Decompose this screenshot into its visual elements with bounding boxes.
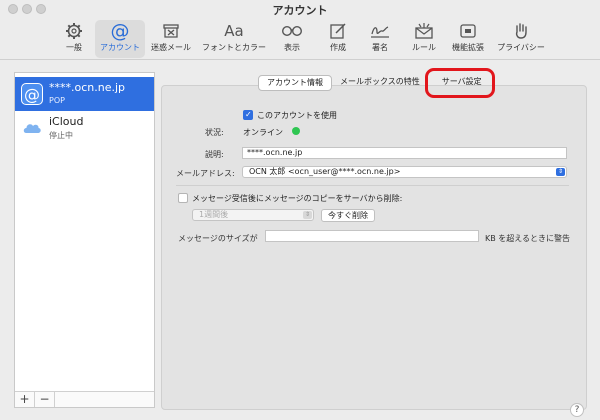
help-button[interactable]: ? [570, 403, 584, 417]
status-label: 状況: [205, 128, 224, 137]
account-name: iCloud [49, 115, 84, 128]
remove-account-button[interactable]: − [35, 392, 55, 407]
email-label: メールアドレス: [176, 169, 235, 178]
svg-text:@: @ [111, 21, 130, 41]
size-warning-suffix: KB を超えるときに警告 [485, 234, 571, 243]
toolbar-privacy[interactable]: プライバシー [494, 20, 548, 58]
delete-now-button[interactable]: 今すぐ削除 [321, 209, 375, 222]
toolbar-accounts-label: アカウント [100, 43, 140, 52]
preferences-window: アカウント 一般 @ アカウント 迷惑メール Aa フォントとカラー 表示 作成… [0, 0, 600, 420]
status-value: オンライン [243, 128, 283, 137]
account-name: ****.ocn.ne.jp [49, 81, 126, 94]
at-sign-icon: @ [95, 20, 145, 42]
description-field[interactable]: ****.ocn.ne.jp [242, 147, 567, 159]
delete-period-popup[interactable]: 1週間後 ⇕ [192, 209, 314, 221]
toolbar-rules[interactable]: ルール [408, 20, 440, 58]
toolbar-viewing[interactable]: 表示 [276, 20, 308, 58]
toolbar-signatures-label: 署名 [372, 43, 388, 52]
add-account-button[interactable]: + [15, 392, 35, 407]
toolbar-composing-label: 作成 [330, 43, 346, 52]
compose-icon [322, 20, 354, 42]
status-online-indicator [292, 127, 300, 135]
account-details-panel [161, 85, 587, 410]
glasses-icon [276, 20, 308, 42]
account-ocn[interactable]: @ ****.ocn.ne.jp POP [15, 77, 154, 111]
title-bar: アカウント [0, 0, 600, 18]
junk-mail-icon [148, 20, 194, 42]
toolbar-rules-label: ルール [412, 43, 436, 52]
account-type: POP [49, 96, 65, 105]
delete-copy-label: メッセージ受信後にメッセージのコピーをサーバから削除: [192, 194, 403, 203]
at-sign-icon: @ [21, 83, 43, 105]
extension-icon [448, 20, 488, 42]
email-address-value: OCN 太郎 <ocn_user@****.ocn.ne.jp> [249, 167, 401, 176]
delete-copy-checkbox[interactable] [178, 193, 188, 203]
signature-icon [364, 20, 396, 42]
size-warning-prefix: メッセージのサイズが [178, 234, 258, 243]
toolbar-fonts-colors-label: フォントとカラー [202, 43, 266, 52]
toolbar-extensions-label: 機能拡張 [452, 43, 484, 52]
toolbar-viewing-label: 表示 [284, 43, 300, 52]
tab-account-info[interactable]: アカウント情報 [258, 75, 332, 91]
rules-envelope-icon [408, 20, 440, 42]
fonts-icon: Aa [198, 20, 270, 42]
size-warning-field[interactable] [265, 230, 479, 242]
toolbar-composing[interactable]: 作成 [322, 20, 354, 58]
gear-icon [56, 20, 92, 42]
enable-account-checkbox[interactable] [243, 110, 253, 120]
toolbar-general-label: 一般 [66, 43, 82, 52]
accounts-sidebar: @ ****.ocn.ne.jp POP iCloud 停止中 + − [14, 72, 155, 408]
hand-icon [494, 20, 548, 42]
chevron-updown-icon: ⇕ [303, 211, 312, 219]
toolbar-junk-mail-label: 迷惑メール [151, 43, 191, 52]
toolbar-accounts[interactable]: @ アカウント [95, 20, 145, 58]
preferences-toolbar: 一般 @ アカウント 迷惑メール Aa フォントとカラー 表示 作成 署名 ルー… [0, 18, 600, 60]
toolbar-privacy-label: プライバシー [497, 43, 545, 52]
account-status: 停止中 [49, 131, 73, 140]
email-address-popup[interactable]: OCN 太郎 <ocn_user@****.ocn.ne.jp> ⇕ [242, 166, 567, 178]
delete-period-value: 1週間後 [199, 210, 229, 219]
window-title: アカウント [272, 4, 328, 17]
toolbar-general[interactable]: 一般 [56, 20, 92, 58]
toolbar-extensions[interactable]: 機能拡張 [448, 20, 488, 58]
fonts-glyph: Aa [224, 22, 244, 40]
svg-text:@: @ [24, 85, 40, 104]
server-settings-highlight [425, 68, 495, 98]
icloud-icon [21, 117, 43, 139]
account-icloud[interactable]: iCloud 停止中 [15, 111, 154, 145]
chevron-updown-icon: ⇕ [556, 168, 565, 176]
description-label: 説明: [205, 150, 224, 159]
toolbar-junk-mail[interactable]: 迷惑メール [148, 20, 194, 58]
toolbar-fonts-colors[interactable]: Aa フォントとカラー [198, 20, 270, 58]
tab-mailbox-behaviors[interactable]: メールボックスの特性 [332, 75, 428, 91]
sidebar-footer: + − [15, 391, 154, 407]
section-divider [176, 185, 569, 186]
enable-account-label: このアカウントを使用 [257, 111, 337, 120]
toolbar-signatures[interactable]: 署名 [364, 20, 396, 58]
